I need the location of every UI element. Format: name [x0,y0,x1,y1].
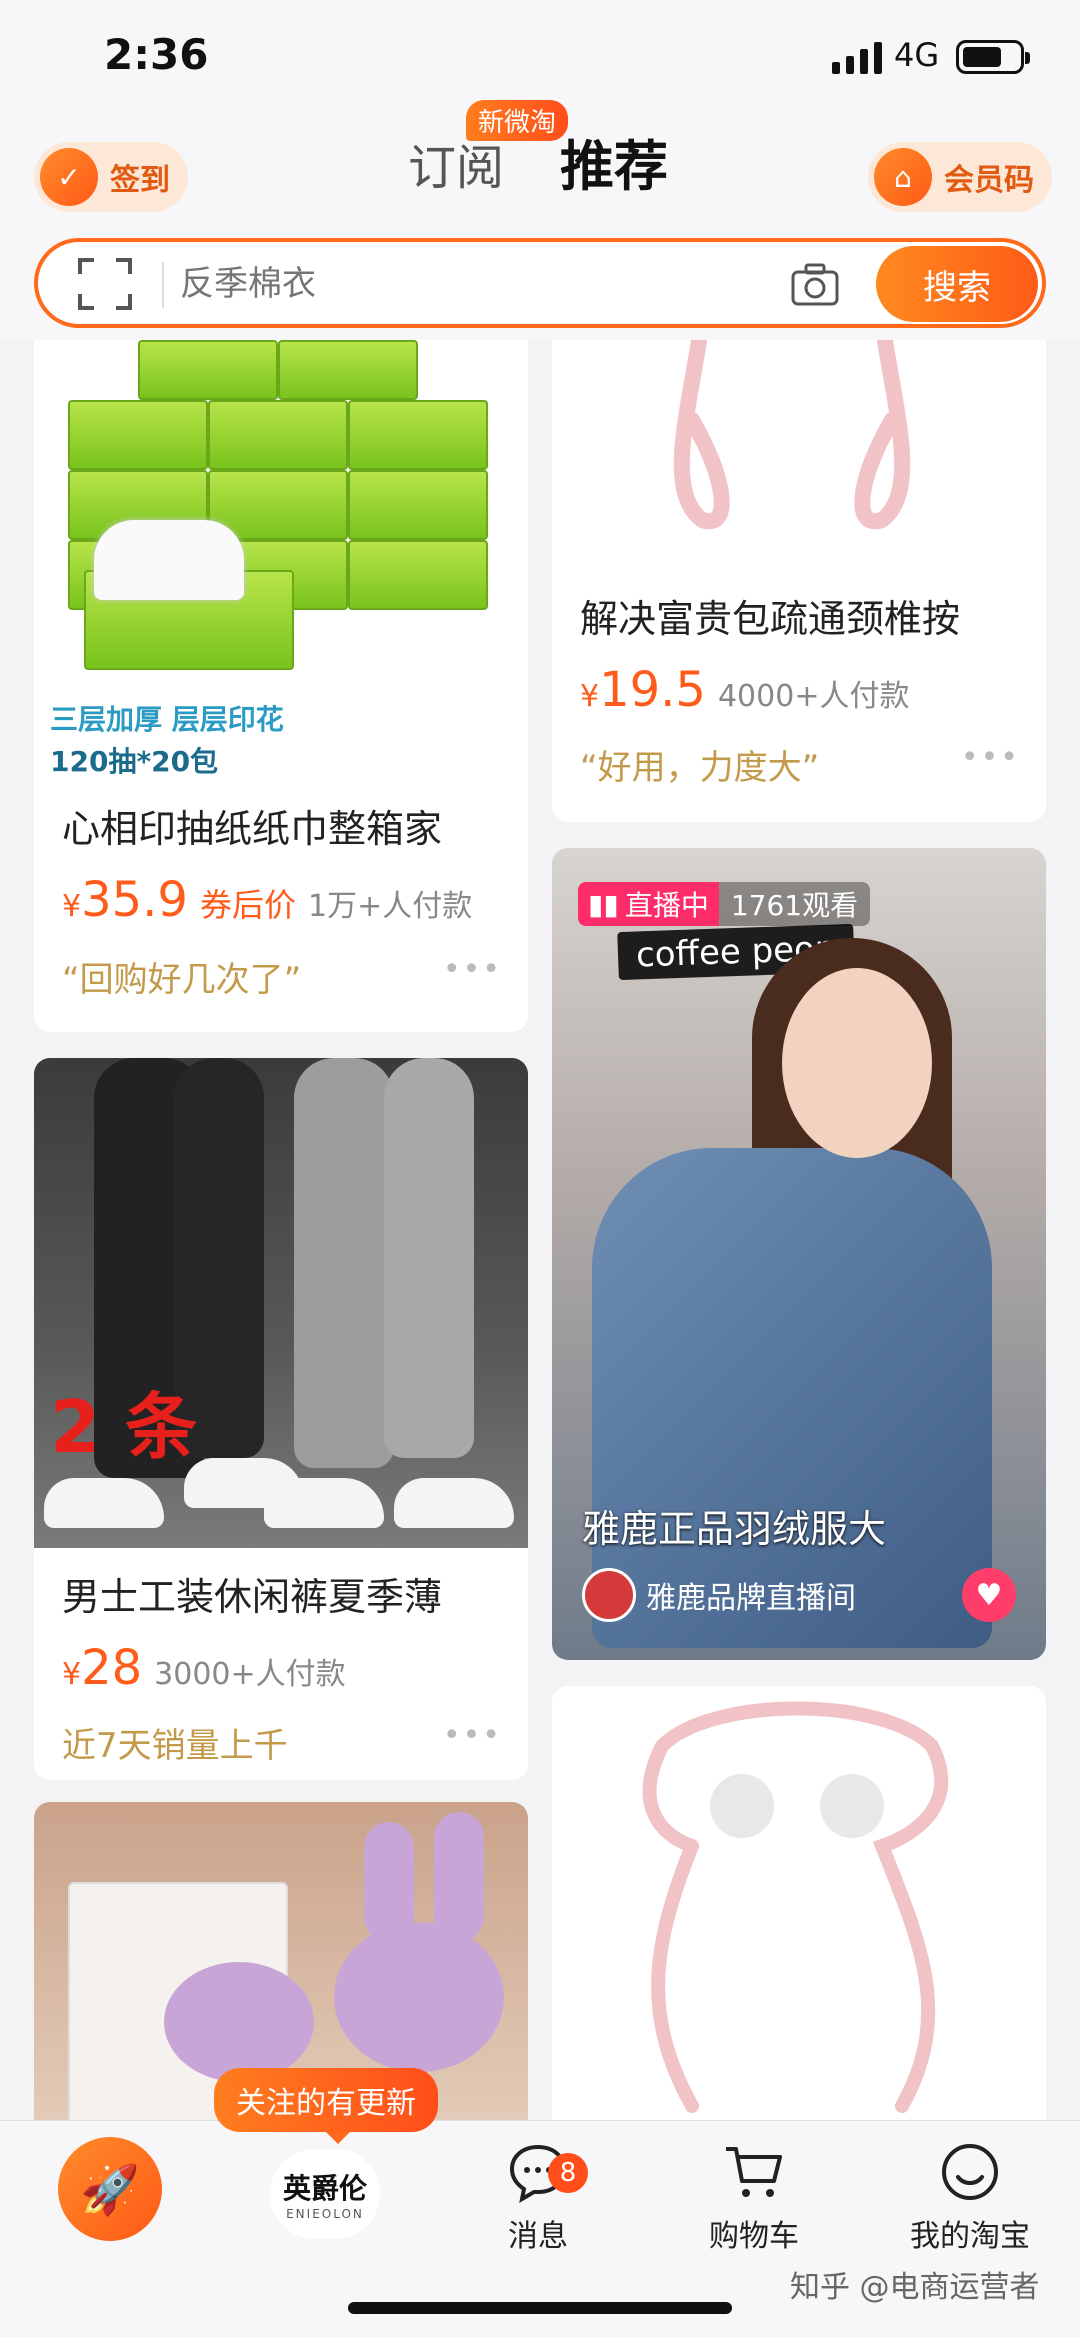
pants-product-image: 2 条 [34,1058,528,1548]
search-bar: 搜索 [34,238,1046,328]
cart-label: 购物车 [709,2219,799,2254]
price-value: 35.9 [81,872,188,928]
room-avatar [582,1568,636,1622]
product-review: “好用，力度大” [580,748,820,788]
price-value: 28 [81,1640,143,1696]
my-taobao-label: 我的淘宝 [910,2219,1030,2254]
paid-count: 3000+人付款 [154,1657,346,1692]
signal-icon [832,40,882,74]
product-card-tissue[interactable]: 三层加厚 层层印花 120抽*20包 心相印抽纸纸巾整箱家 ¥35.9 券后价 … [34,340,528,1032]
product-price: ¥28 3000+人付款 [62,1640,346,1696]
member-code-label: 会员码 [944,163,1034,198]
heart-icon[interactable]: ♥ [962,1568,1016,1622]
brand-logo-text: 英爵伦 [282,2172,367,2205]
feed-tabs: 新微淘 订阅 推荐 [400,100,700,198]
product-feed: 三层加厚 层层印花 120抽*20包 心相印抽纸纸巾整箱家 ¥35.9 券后价 … [0,340,1080,2120]
product-card-pants[interactable]: 2 条 男士工装休闲裤夏季薄 ¥28 3000+人付款 近7天销量上千 ••• [34,1058,528,1780]
network-label: 4G [894,36,940,74]
live-room[interactable]: 雅鹿品牌直播间 [582,1568,856,1622]
room-name: 雅鹿品牌直播间 [646,1581,856,1616]
live-badge: ▮▮ 直播中 1761观看 [578,882,871,926]
live-title: 雅鹿正品羽绒服大 [582,1507,887,1551]
checkin-label: 签到 [110,163,170,198]
store-icon: ⌂ [874,148,932,206]
paid-count: 1万+人付款 [307,889,473,924]
battery-icon [956,40,1030,74]
home-indicator[interactable] [348,2302,732,2314]
currency-symbol: ¥ [62,889,82,924]
messages-count-badge: 8 [548,2153,588,2193]
currency-symbol: ¥ [62,1657,82,1692]
product-title: 心相印抽纸纸巾整箱家 [62,807,443,851]
massager-product-image [552,340,1046,570]
coupon-price-label: 券后价 [199,886,296,924]
smiley-icon [942,2144,998,2200]
search-input[interactable] [180,258,780,310]
follow-update-tip[interactable]: 关注的有更新 [214,2068,438,2144]
more-icon[interactable]: ••• [443,952,502,987]
live-bars-icon: ▮▮ [588,887,619,921]
live-status: 直播中 [624,889,709,922]
watermark: 知乎 @电商运营者 [790,2270,1040,2305]
messages-label: 消息 [508,2219,568,2254]
brand-tab[interactable]: 英爵伦 ENIEOLON [270,2149,380,2239]
more-icon[interactable]: ••• [961,740,1020,775]
live-stream-card[interactable]: coffee peop ▮▮ 直播中 1761观看 雅鹿正品羽绒服大 雅鹿品牌直播… [552,848,1046,1660]
tissue-promo-line1: 三层加厚 层层印花 [50,703,284,736]
tab-subscribe[interactable]: 订阅 [408,128,504,198]
tissue-promo-line2: 120抽*20包 [50,745,219,778]
tissue-product-image [34,340,528,670]
product-card-massager-2[interactable] [552,1686,1046,2120]
checkin-icon: ✓ [40,148,98,206]
massager-product-image [552,1686,1046,2120]
product-card-massager[interactable]: 解决富贵包疏通颈椎按 ¥19.5 4000+人付款 “好用，力度大” ••• [552,340,1046,822]
home-rocket-icon[interactable]: 🚀 [58,2137,162,2241]
status-time: 2:36 [104,30,209,79]
cart-icon [726,2147,782,2197]
product-title: 解决富贵包疏通颈椎按 [580,597,961,641]
viewer-count: 1761观看 [730,889,859,922]
product-price: ¥19.5 4000+人付款 [580,662,909,718]
checkin-button[interactable]: ✓ 签到 [34,142,188,212]
camera-icon[interactable] [790,260,840,308]
price-value: 19.5 [599,662,706,718]
currency-symbol: ¥ [580,679,600,714]
product-sales-note: 近7天销量上千 [62,1726,288,1766]
tab-cart[interactable]: 购物车 [664,2141,844,2255]
product-price: ¥35.9 券后价 1万+人付款 [62,872,472,928]
scan-icon[interactable] [78,258,132,310]
product-review: “回购好几次了” [62,960,302,1000]
tab-recommend[interactable]: 推荐 [560,122,668,201]
paid-count: 4000+人付款 [717,679,910,714]
two-pack-overlay: 2 条 [50,1385,198,1469]
more-icon[interactable]: ••• [443,1718,502,1753]
tab-my-taobao[interactable]: 我的淘宝 [880,2141,1060,2255]
product-title: 男士工装休闲裤夏季薄 [62,1575,443,1619]
member-code-button[interactable]: ⌂ 会员码 [868,142,1052,212]
search-divider [162,262,164,308]
brand-logo-subtext: ENIEOLON [286,2207,364,2221]
tab-messages[interactable]: 消息 8 [448,2141,628,2255]
search-button[interactable]: 搜索 [876,246,1038,322]
